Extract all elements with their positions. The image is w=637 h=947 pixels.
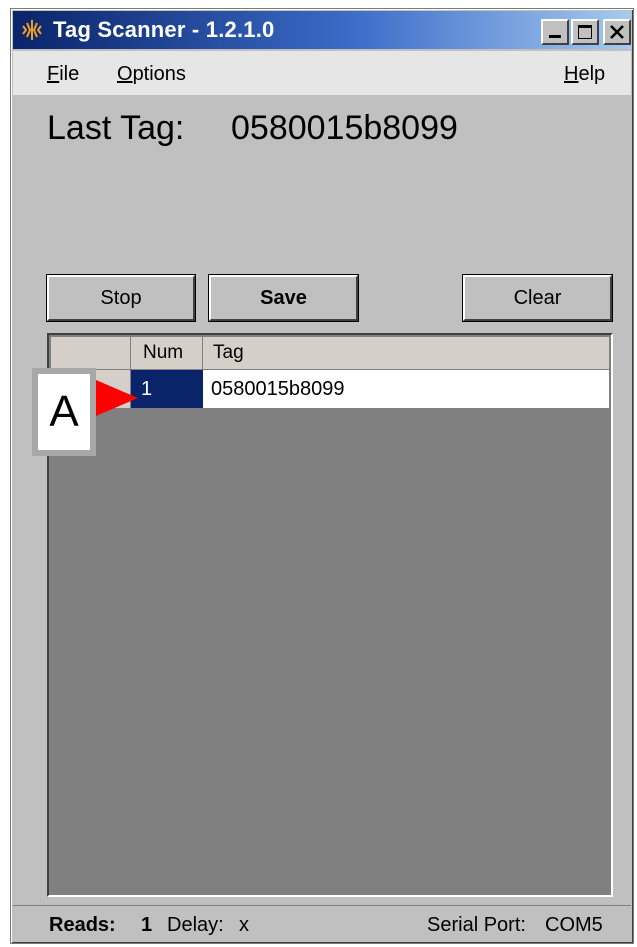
save-button[interactable]: Save (208, 274, 359, 322)
minimize-button[interactable] (541, 19, 569, 45)
title-bar[interactable]: Tag Scanner - 1.2.1.0 (13, 11, 631, 49)
clear-button[interactable]: Clear (462, 274, 613, 322)
grid-header: Num Tag (51, 337, 609, 370)
menu-help[interactable]: Help (564, 63, 605, 86)
stop-button[interactable]: Stop (46, 274, 196, 322)
delay-label: Delay: (167, 914, 224, 936)
tag-scanner-app-icon (22, 20, 42, 40)
serial-port-value: COM5 (545, 914, 603, 936)
tag-grid[interactable]: Num Tag 1 0580015b8099 (47, 333, 613, 897)
cell-tag[interactable]: 0580015b8099 (203, 370, 609, 408)
close-button[interactable] (603, 19, 631, 45)
column-header-num[interactable]: Num (131, 337, 203, 369)
close-icon (610, 25, 624, 39)
row-header-corner[interactable] (51, 337, 131, 369)
reads-label: Reads: (49, 914, 116, 936)
menu-bar: File Options Help (13, 51, 631, 95)
app-window: Tag Scanner - 1.2.1.0 File Options Help … (10, 8, 634, 944)
maximize-button[interactable] (571, 19, 599, 45)
menu-options[interactable]: Options (117, 63, 186, 86)
status-bar: Reads: 1 Delay: x Serial Port: COM5 (13, 905, 631, 942)
menu-file[interactable]: File (47, 63, 79, 86)
last-tag-display: Last Tag: 0580015b8099 (47, 109, 458, 148)
column-header-tag[interactable]: Tag (203, 337, 609, 369)
last-tag-value: 0580015b8099 (231, 109, 458, 147)
delay-value: x (239, 914, 249, 936)
annotation-arrow-icon (96, 380, 138, 416)
cell-num[interactable]: 1 (131, 370, 203, 408)
last-tag-label: Last Tag: (47, 109, 185, 147)
annotation-callout-a: A (32, 368, 96, 456)
serial-port-label: Serial Port: (427, 914, 526, 936)
reads-value: 1 (141, 914, 153, 936)
window-title: Tag Scanner - 1.2.1.0 (53, 17, 275, 42)
